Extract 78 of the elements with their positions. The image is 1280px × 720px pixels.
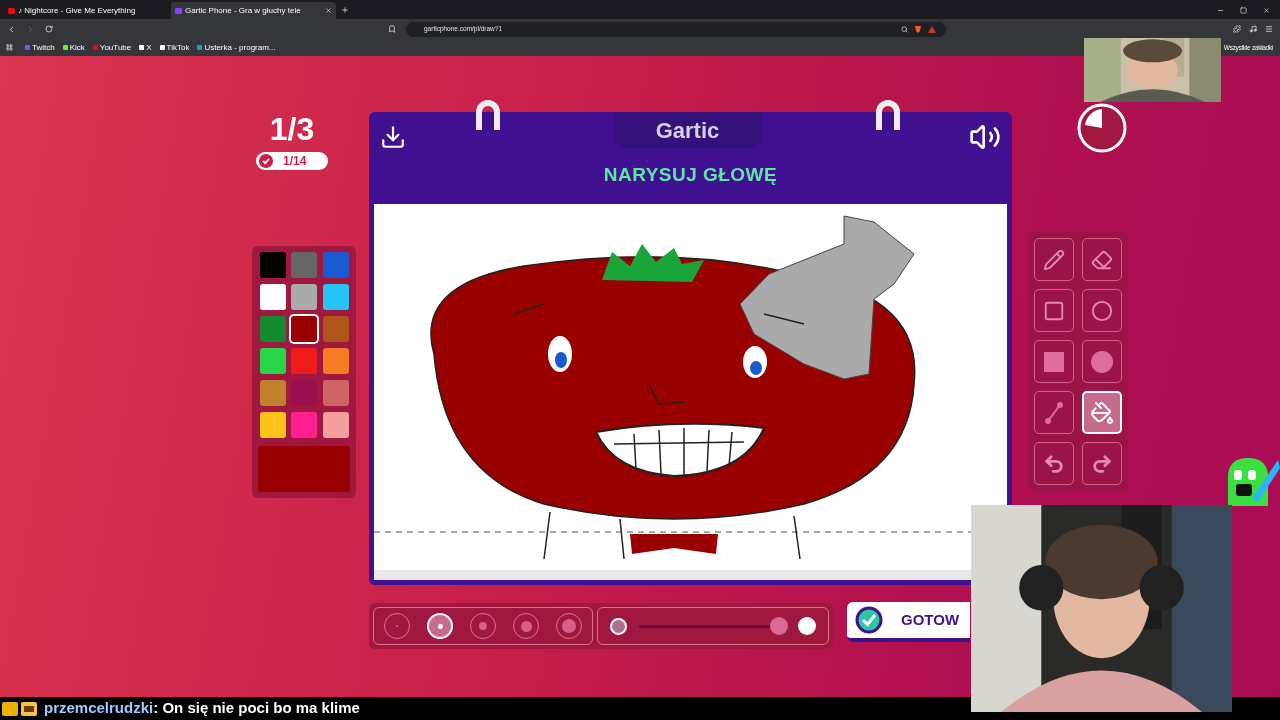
- tool-button[interactable]: [1082, 442, 1122, 485]
- gartic-logo: Gartic: [655, 116, 720, 145]
- browser-tab[interactable]: ♪ Nightcore - Give Me Everything: [4, 2, 169, 19]
- square-icon: [1043, 299, 1065, 322]
- filled-square-icon: [1044, 351, 1064, 372]
- color-swatch[interactable]: [322, 316, 349, 342]
- color-swatch[interactable]: [291, 348, 318, 374]
- color-swatch[interactable]: [322, 252, 349, 278]
- close-icon[interactable]: [1263, 7, 1270, 14]
- tab-title: Gartic Phone - Gra w głuchy tele: [185, 4, 301, 17]
- apps-icon[interactable]: [6, 44, 13, 51]
- new-tab-icon[interactable]: [341, 6, 349, 14]
- opacity-slider[interactable]: [639, 617, 786, 635]
- bookmark-item[interactable]: X: [139, 41, 152, 54]
- bookmark-item[interactable]: Twitch: [25, 41, 55, 54]
- color-swatch[interactable]: [260, 380, 286, 406]
- timer-icon: [1077, 103, 1127, 153]
- undo-icon: [1043, 452, 1065, 475]
- extensions-icon[interactable]: [1233, 25, 1241, 33]
- color-swatch[interactable]: [291, 284, 318, 310]
- bookmark-item[interactable]: Kick: [62, 41, 85, 54]
- chat-message: przemcelrudzki: On się nie poci bo ma klime: [44, 698, 360, 719]
- tool-button[interactable]: [1034, 442, 1074, 485]
- color-swatch[interactable]: [322, 380, 349, 406]
- tool-button[interactable]: [1082, 340, 1122, 383]
- minimize-icon[interactable]: [1217, 7, 1224, 14]
- triangle-icon[interactable]: [928, 25, 936, 33]
- redo-icon: [1091, 452, 1113, 475]
- forward-icon[interactable]: [26, 24, 35, 34]
- badge-icon: [21, 701, 37, 716]
- download-icon[interactable]: [380, 124, 406, 150]
- players-done-badge: 1/14: [256, 152, 328, 170]
- music-icon[interactable]: [1249, 25, 1257, 33]
- slider-thumb[interactable]: [769, 617, 788, 635]
- reload-icon[interactable]: [45, 25, 53, 33]
- line-icon: [1044, 400, 1064, 425]
- tab-favicon-icon: [175, 7, 182, 14]
- color-swatch[interactable]: [260, 316, 286, 342]
- tool-button[interactable]: [1034, 391, 1074, 434]
- bookmark-item[interactable]: Usterka - program...: [197, 41, 276, 54]
- color-swatch[interactable]: [322, 348, 349, 374]
- color-swatch[interactable]: [260, 412, 286, 438]
- color-swatch[interactable]: [322, 284, 349, 310]
- back-icon[interactable]: [7, 24, 16, 34]
- done-button[interactable]: GOTOW: [847, 602, 970, 642]
- badge-icon: [2, 701, 18, 716]
- check-icon: [259, 154, 273, 168]
- browser-tab[interactable]: Gartic Phone - Gra w głuchy tele: [171, 2, 336, 19]
- maximize-icon[interactable]: [1240, 7, 1247, 14]
- round-counter: 1/3: [269, 112, 315, 146]
- eraser-icon: [1091, 248, 1113, 271]
- close-icon[interactable]: [325, 7, 332, 14]
- bookmark-item[interactable]: TikTok: [159, 41, 190, 54]
- menu-icon[interactable]: [1265, 25, 1273, 33]
- color-swatch[interactable]: [260, 284, 286, 310]
- zoom-icon[interactable]: [901, 25, 908, 33]
- paint-bucket-icon: [1090, 400, 1114, 425]
- circle-icon: [1091, 299, 1113, 322]
- bookmark-item[interactable]: YouTube: [92, 41, 132, 54]
- bookmark-icon[interactable]: [388, 25, 396, 33]
- tool-button[interactable]: [1082, 238, 1122, 281]
- pencil-icon: [1043, 248, 1065, 271]
- color-swatch[interactable]: [291, 252, 318, 278]
- tab-favicon-icon: [8, 7, 15, 14]
- color-swatch[interactable]: [291, 316, 318, 342]
- prompt-title: NARYSUJ GŁOWĘ: [603, 163, 778, 187]
- tool-button[interactable]: [1034, 238, 1074, 281]
- color-swatch[interactable]: [291, 412, 318, 438]
- shield-icon[interactable]: [914, 25, 922, 33]
- tool-button[interactable]: [1082, 289, 1122, 332]
- tab-title: ♪ Nightcore - Give Me Everything: [18, 4, 136, 17]
- color-swatch[interactable]: [322, 412, 349, 438]
- check-badge-icon: [855, 606, 883, 634]
- color-swatch[interactable]: [260, 348, 286, 374]
- tool-button[interactable]: [1034, 340, 1074, 383]
- color-swatch[interactable]: [260, 252, 286, 278]
- tool-button[interactable]: [1034, 289, 1074, 332]
- filled-circle-icon: [1091, 350, 1113, 373]
